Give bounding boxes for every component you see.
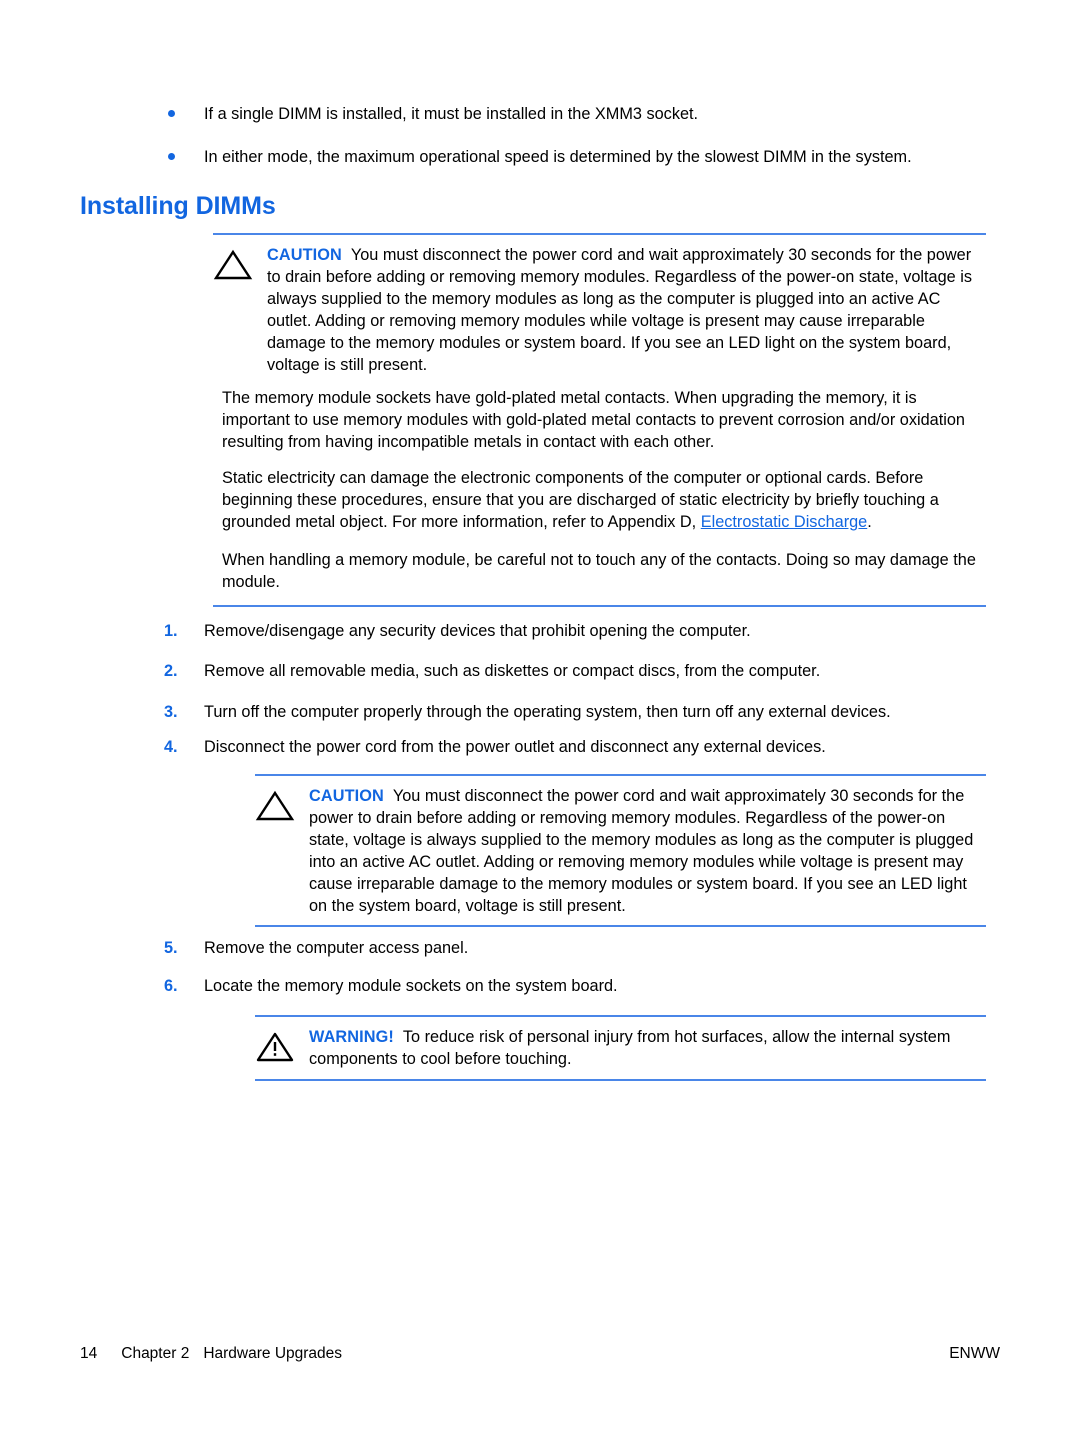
step-text: Remove the computer access panel. <box>204 939 469 957</box>
footer-locale: ENWW <box>949 1345 1000 1362</box>
step-number: 3. <box>164 703 178 721</box>
paragraph-handling-module: When handling a memory module, be carefu… <box>222 551 976 591</box>
numbered-list-item: 5. Remove the computer access panel. <box>164 938 1000 959</box>
bullet-dot-icon <box>168 104 204 117</box>
numbered-list-item: 2. Remove all removable media, such as d… <box>164 661 1000 682</box>
numbered-list-item: 3. Turn off the computer properly throug… <box>164 702 1000 723</box>
step-text: Disconnect the power cord from the power… <box>204 738 826 756</box>
step-number: 6. <box>164 977 178 995</box>
caution-text-1: CAUTION You must disconnect the power cor… <box>267 245 986 376</box>
warning-triangle-exclamation-icon <box>255 1027 309 1063</box>
caution-triangle-icon <box>213 245 267 281</box>
numbered-list-item: 4. Disconnect the power cord from the po… <box>164 737 1000 758</box>
caution-label: CAUTION <box>309 787 384 805</box>
step-number: 5. <box>164 939 178 957</box>
bullet-dot-icon <box>168 147 204 160</box>
warning-notice: WARNING! To reduce risk of personal injur… <box>255 1015 986 1081</box>
document-page: If a single DIMM is installed, it must b… <box>0 0 1080 1437</box>
static-text-part2: . <box>867 512 872 531</box>
page-title: Installing DIMMs <box>80 192 276 220</box>
footer-left: 14 Chapter 2 Hardware Upgrades <box>80 1345 342 1363</box>
caution-notice-1: CAUTION You must disconnect the power cor… <box>213 233 986 384</box>
caution-text-2: CAUTION You must disconnect the power cor… <box>309 786 986 917</box>
warning-label: WARNING! <box>309 1028 394 1046</box>
step-number: 2. <box>164 662 178 680</box>
footer-page-number: 14 <box>80 1345 98 1362</box>
step-text: Turn off the computer properly through t… <box>204 703 891 721</box>
caution-body: You must disconnect the power cord and w… <box>309 787 974 915</box>
warning-text: WARNING! To reduce risk of personal injur… <box>309 1027 986 1071</box>
footer-chapter-title: Hardware Upgrades <box>203 1345 343 1362</box>
bullet-text: If a single DIMM is installed, it must b… <box>204 105 699 123</box>
list-item: If a single DIMM is installed, it must b… <box>168 104 996 126</box>
caution-label: CAUTION <box>267 246 342 264</box>
notice-bottom-rule <box>213 605 986 607</box>
bullet-text: In either mode, the maximum operational … <box>204 147 912 166</box>
numbered-list-item: 1. Remove/disengage any security devices… <box>164 621 1000 642</box>
step-number: 1. <box>164 622 178 640</box>
warning-body: To reduce risk of personal injury from h… <box>309 1028 951 1068</box>
step-text: Remove all removable media, such as disk… <box>204 662 821 680</box>
caution-triangle-icon <box>255 786 309 822</box>
step-number: 4. <box>164 738 178 756</box>
bullet-list: If a single DIMM is installed, it must b… <box>168 104 996 189</box>
step-text: Remove/disengage any security devices th… <box>204 622 751 640</box>
footer-chapter: Chapter 2 <box>121 1345 190 1362</box>
paragraph-static-electricity: Static electricity can damage the electr… <box>222 468 988 534</box>
paragraph-gold-contacts: The memory module sockets have gold-plat… <box>222 389 965 451</box>
numbered-list-item: 6. Locate the memory module sockets on t… <box>164 976 1000 997</box>
electrostatic-discharge-link[interactable]: Electrostatic Discharge <box>701 513 868 531</box>
step-text: Locate the memory module sockets on the … <box>204 977 618 995</box>
caution-body: You must disconnect the power cord and w… <box>267 246 972 374</box>
caution-notice-2: CAUTION You must disconnect the power cor… <box>255 774 986 928</box>
list-item: In either mode, the maximum operational … <box>168 147 996 169</box>
page-footer: 14 Chapter 2 Hardware Upgrades ENWW <box>80 1345 1000 1363</box>
